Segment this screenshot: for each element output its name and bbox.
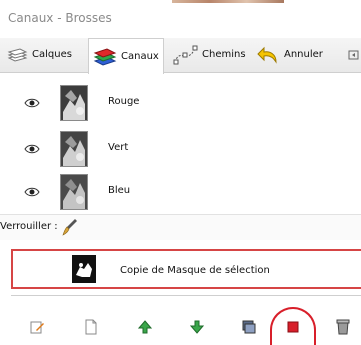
brush-lock-icon[interactable] bbox=[62, 218, 78, 239]
channel-thumbnail bbox=[60, 131, 88, 167]
tab-chemins-label: Chemins bbox=[202, 49, 246, 60]
canvas-image-fragment bbox=[172, 0, 284, 3]
tab-annuler[interactable]: Annuler bbox=[256, 38, 323, 71]
raise-channel-icon bbox=[137, 319, 153, 338]
dialog-title: Canaux - Brosses bbox=[8, 11, 112, 25]
duplicate-channel-icon bbox=[241, 319, 257, 338]
channel-thumbnail bbox=[60, 174, 88, 210]
channel-row-rouge[interactable]: Rouge bbox=[0, 85, 361, 123]
delete-button-highlight bbox=[270, 307, 316, 345]
dock-tab-bar: Calques Canaux Chemins Annuler bbox=[0, 38, 361, 74]
mask-thumbnail bbox=[72, 255, 96, 283]
channel-to-selection-icon bbox=[336, 319, 350, 338]
undo-icon bbox=[256, 45, 280, 65]
lock-bar: Verrouiller : bbox=[0, 214, 361, 240]
eye-icon[interactable] bbox=[24, 187, 40, 200]
channel-label: Vert bbox=[108, 142, 129, 153]
channels-icon bbox=[93, 47, 117, 67]
tab-canaux[interactable]: Canaux bbox=[88, 38, 164, 74]
selection-mask-label: Copie de Masque de sélection bbox=[120, 265, 270, 276]
channel-row-bleu[interactable]: Bleu bbox=[0, 174, 361, 212]
raise-channel-button[interactable] bbox=[134, 317, 156, 339]
lock-label: Verrouiller : bbox=[0, 221, 58, 232]
channel-label: Rouge bbox=[108, 96, 140, 107]
tab-canaux-label: Canaux bbox=[121, 51, 159, 62]
tab-annuler-label: Annuler bbox=[284, 49, 323, 60]
layers-icon bbox=[6, 46, 28, 64]
edit-channel-icon bbox=[29, 319, 45, 338]
eye-icon[interactable] bbox=[24, 98, 40, 111]
divider bbox=[11, 295, 361, 296]
channel-to-selection-button[interactable] bbox=[332, 317, 354, 339]
channel-label: Bleu bbox=[108, 185, 131, 196]
selection-mask-channel-row[interactable]: Copie de Masque de sélection bbox=[11, 249, 361, 289]
tab-calques-label: Calques bbox=[32, 49, 72, 60]
edit-channel-button[interactable] bbox=[26, 317, 48, 339]
channel-row-vert[interactable]: Vert bbox=[0, 131, 361, 169]
lower-channel-icon bbox=[189, 319, 205, 338]
new-channel-button[interactable] bbox=[80, 317, 102, 339]
tab-chemins[interactable]: Chemins bbox=[172, 38, 246, 71]
tab-menu-icon bbox=[348, 48, 360, 62]
paths-icon bbox=[172, 43, 198, 67]
lower-channel-button[interactable] bbox=[186, 317, 208, 339]
new-channel-icon bbox=[84, 319, 98, 338]
tab-calques[interactable]: Calques bbox=[6, 38, 72, 71]
eye-icon[interactable] bbox=[24, 144, 40, 157]
dock-menu-button[interactable] bbox=[348, 38, 360, 71]
channel-thumbnail bbox=[60, 85, 88, 121]
duplicate-channel-button[interactable] bbox=[238, 317, 260, 339]
